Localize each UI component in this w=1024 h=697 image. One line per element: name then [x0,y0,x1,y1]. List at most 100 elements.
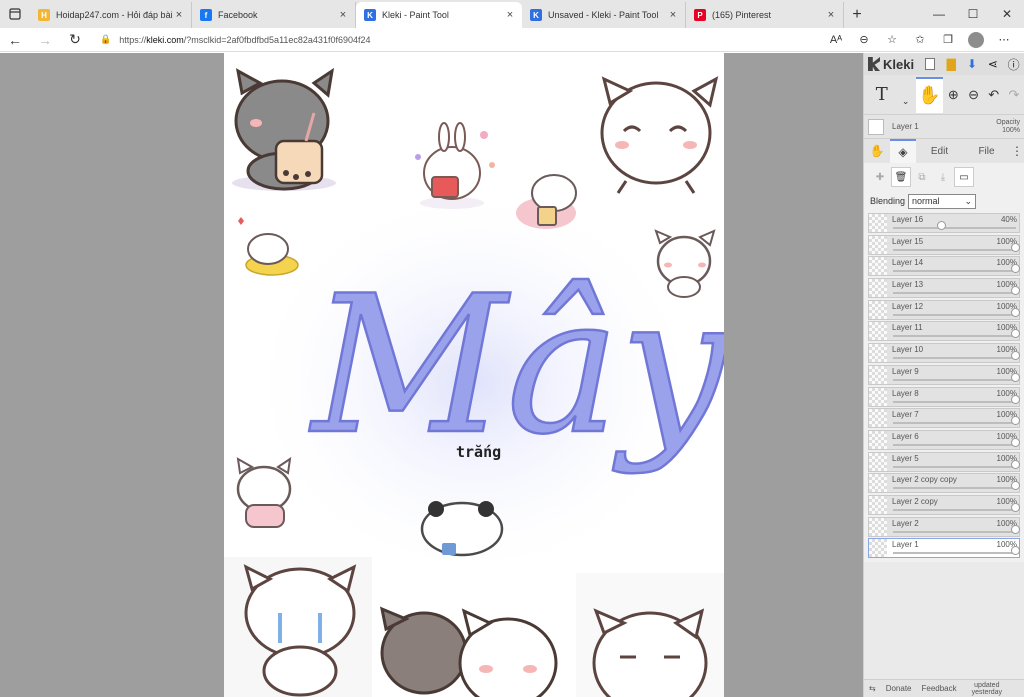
slider-knob[interactable] [1011,372,1020,382]
back-arrow-icon[interactable]: ← [0,28,30,52]
more-menu-icon[interactable]: ⋯ [990,28,1018,52]
layer-row[interactable]: Layer 10 100% [868,343,1020,364]
close-window-icon[interactable]: ✕ [990,0,1024,28]
slider-knob[interactable] [1011,524,1020,534]
help-icon[interactable]: ⓘ [1003,53,1024,75]
layer-row[interactable]: Layer 13 100% [868,278,1020,299]
kleki-logo[interactable]: Kleki [868,57,914,72]
slider-knob[interactable] [1011,437,1020,447]
slider-knob[interactable] [1011,307,1020,317]
add-favorite-icon[interactable]: ☆ [878,28,906,52]
layer-row[interactable]: Layer 2 copy 100% [868,494,1020,515]
close-tab-icon[interactable]: × [337,9,349,21]
new-tab-button[interactable]: + [844,2,870,28]
browser-tab[interactable]: f Facebook × [192,2,356,28]
layer-row[interactable]: Layer 15 100% [868,234,1020,255]
layer-row[interactable]: Layer 12 100% [868,299,1020,320]
zoom-in-icon[interactable]: ⊕ [943,77,963,113]
maximize-icon[interactable]: ☐ [956,0,990,28]
rename-layer-icon[interactable]: ▭ [954,167,974,187]
layer-opacity-slider[interactable] [893,481,1020,491]
slider-knob[interactable] [1011,286,1020,296]
layer-opacity-slider[interactable] [893,307,1020,317]
text-tool-icon[interactable]: T [868,77,896,113]
new-image-icon[interactable] [920,53,941,75]
layer-row[interactable]: Layer 2 copy copy 100% [868,473,1020,494]
more-options-icon[interactable]: ⋮ [1010,144,1024,158]
layer-row[interactable]: Layer 7 100% [868,408,1020,429]
layer-opacity-slider[interactable] [893,394,1020,404]
layer-opacity-slider[interactable] [893,546,1020,556]
slider-knob[interactable] [1011,264,1020,274]
hand-tool-icon[interactable]: ✋ [915,76,944,113]
slider-knob[interactable] [1011,459,1020,469]
slider-knob[interactable] [1011,416,1020,426]
close-tab-icon[interactable]: × [504,9,516,21]
hand-tab-icon[interactable]: ✋ [864,139,890,163]
redo-icon[interactable]: ↷ [1004,77,1024,113]
minimize-icon[interactable]: — [922,0,956,28]
layer-opacity-slider[interactable] [893,416,1020,426]
canvas-workspace[interactable]: Mây trắng [0,53,863,697]
browser-tab[interactable]: H Hoidap247.com - Hỏi đáp bài tập× [30,2,192,28]
layer-opacity-slider[interactable] [893,459,1020,469]
tab-actions-icon[interactable] [0,0,30,28]
favorites-icon[interactable]: ✩ [906,28,934,52]
close-tab-icon[interactable]: × [667,9,679,21]
add-layer-icon[interactable]: ✚ [870,167,890,187]
url-field[interactable]: 🔒 https://kleki.com/?msclkid=2af0fbdfbd5… [100,34,822,45]
zoom-icon[interactable]: ⊖ [850,28,878,52]
profile-avatar[interactable] [968,31,984,48]
tab-edit[interactable]: Edit [916,146,963,157]
layer-opacity-slider[interactable] [893,264,1020,274]
tool-dropdown-icon[interactable]: ⌄ [896,77,916,113]
layer-opacity-slider[interactable] [893,329,1020,339]
read-aloud-icon[interactable]: Aᴬ [822,28,850,52]
current-layer-header[interactable]: Layer 1 Opacity 100% [864,115,1024,139]
tab-file[interactable]: File [963,146,1010,157]
share-icon[interactable]: ⋖ [982,53,1003,75]
layer-opacity-slider[interactable] [893,437,1020,447]
slider-knob[interactable] [1011,351,1020,361]
layer-opacity-slider[interactable] [893,524,1020,534]
layers-tab-icon[interactable]: ◈ [890,139,916,163]
close-tab-icon[interactable]: × [825,9,837,21]
layer-opacity-slider[interactable] [893,286,1020,296]
delete-layer-icon[interactable]: 🗑 [891,167,911,187]
layer-row[interactable]: Layer 2 100% [868,516,1020,537]
slider-knob[interactable] [1011,394,1020,404]
layer-row[interactable]: Layer 8 100% [868,386,1020,407]
browser-tab[interactable]: P (165) Pinterest × [686,2,844,28]
browser-tab[interactable]: K Unsaved - Kleki - Paint Tool × [522,2,686,28]
collections-icon[interactable]: ❐ [934,28,962,52]
slider-knob[interactable] [1011,502,1020,512]
undo-icon[interactable]: ↶ [984,77,1004,113]
layer-opacity-slider[interactable] [893,221,1016,230]
layer-row[interactable]: Layer 1 100% [868,538,1020,559]
layer-row[interactable]: Layer 14 100% [868,256,1020,277]
slider-knob[interactable] [1011,481,1020,491]
browser-tab[interactable]: K Kleki - Paint Tool × [356,2,522,28]
close-tab-icon[interactable]: × [173,9,185,21]
zoom-out-icon[interactable]: ⊖ [963,77,983,113]
download-icon[interactable]: ⬇ [962,53,983,75]
layer-row[interactable]: Layer 9 100% [868,364,1020,385]
blending-select[interactable]: normal ⌄ [908,193,977,209]
layer-row[interactable]: Layer 16 40% [868,213,1020,233]
layer-row[interactable]: Layer 11 100% [868,321,1020,342]
slider-knob[interactable] [1011,546,1020,556]
layer-opacity-slider[interactable] [893,502,1020,512]
forward-arrow-icon[interactable]: → [30,28,60,52]
layer-row[interactable]: Layer 5 100% [868,451,1020,472]
layer-opacity-slider[interactable] [893,351,1020,361]
slider-knob[interactable] [937,221,947,230]
feedback-link[interactable]: Feedback [917,684,962,693]
layer-row[interactable]: Layer 6 100% [868,429,1020,450]
merge-layer-icon[interactable]: ⤓ [933,167,953,187]
drawing-canvas[interactable]: Mây trắng [224,53,724,697]
slider-knob[interactable] [1011,329,1020,339]
duplicate-layer-icon[interactable]: ⧉ [912,167,932,187]
layer-opacity-slider[interactable] [893,242,1020,252]
open-folder-icon[interactable]: ▇ [941,53,962,75]
donate-link[interactable]: Donate [881,684,917,693]
